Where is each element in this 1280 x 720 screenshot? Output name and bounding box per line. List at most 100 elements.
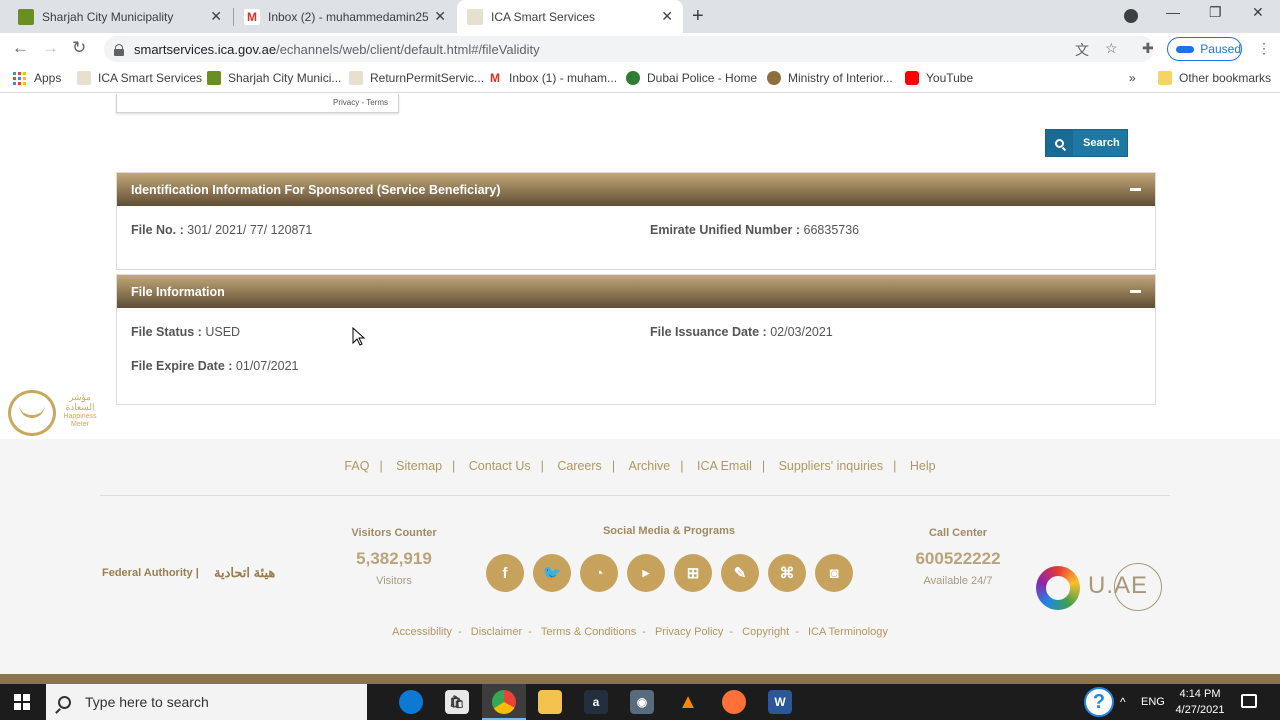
- recaptcha-links[interactable]: Privacy - Terms: [333, 98, 388, 107]
- close-tab-icon[interactable]: ✕: [434, 8, 446, 25]
- store-icon[interactable]: 🛍: [445, 690, 469, 714]
- vlc-icon[interactable]: ▲: [676, 690, 700, 714]
- search-button[interactable]: Search: [1045, 129, 1128, 157]
- tab-sharjah-municipality[interactable]: Sharjah City Municipality ✕: [8, 0, 232, 33]
- edge-icon[interactable]: [399, 690, 423, 714]
- close-tab-icon[interactable]: ✕: [210, 8, 222, 25]
- mouse-cursor-icon: [352, 327, 366, 346]
- footer-link-help[interactable]: Help: [902, 459, 944, 473]
- recaptcha-widget: Privacy - Terms: [116, 94, 399, 113]
- footer-link-faq[interactable]: FAQ: [336, 459, 377, 473]
- tray-expand-icon[interactable]: ^: [1120, 684, 1126, 720]
- bookmark-sharjah[interactable]: Sharjah City Munici...: [207, 71, 341, 85]
- url-host: smartservices.ica.gov.ae: [134, 41, 277, 57]
- word-icon[interactable]: W: [768, 690, 792, 714]
- twitter-icon[interactable]: 🐦: [533, 554, 571, 592]
- other-bookmarks[interactable]: Other bookmarks: [1158, 71, 1271, 85]
- legal-link-copyright[interactable]: Copyright: [736, 626, 795, 638]
- bookmark-ica[interactable]: ICA Smart Services: [77, 71, 202, 85]
- footer-link-careers[interactable]: Careers: [549, 459, 609, 473]
- footer-link-suppliers[interactable]: Suppliers' inquiries: [771, 459, 892, 473]
- footer-link-sitemap[interactable]: Sitemap: [388, 459, 450, 473]
- translate-icon[interactable]: 文: [1075, 40, 1089, 60]
- ica-favicon-icon: [349, 71, 363, 85]
- visitors-sub: Visitors: [376, 575, 412, 587]
- uae-logo-text[interactable]: U.AE: [1088, 572, 1148, 600]
- notification-icon[interactable]: [1241, 694, 1257, 708]
- collapse-icon[interactable]: [1130, 188, 1141, 191]
- legal-link-privacy[interactable]: Privacy Policy: [649, 626, 729, 638]
- restore-icon[interactable]: ❐: [1209, 4, 1222, 21]
- footer-link-contact[interactable]: Contact Us: [461, 459, 539, 473]
- legal-link-ica-terminology[interactable]: ICA Terminology: [802, 626, 894, 638]
- file-expire-date-field: File Expire Date : 01/07/2021: [131, 359, 298, 373]
- bookmark-dubai-police[interactable]: Dubai Police - Home: [626, 71, 757, 85]
- happiness-meter-widget[interactable]: مؤشر السعادة Happiness Meter: [0, 382, 107, 440]
- legal-link-accessibility[interactable]: Accessibility: [386, 626, 458, 638]
- footer-link-ica-email[interactable]: ICA Email: [689, 459, 760, 473]
- tab-gmail-inbox[interactable]: M Inbox (2) - muhammedamin256@ ✕: [234, 0, 456, 33]
- tab-search-icon[interactable]: [1124, 9, 1138, 23]
- taskbar-search-box[interactable]: Type here to search: [46, 684, 367, 720]
- field-label: Emirate Unified Number :: [650, 223, 801, 237]
- youtube-icon[interactable]: ▶: [627, 554, 665, 592]
- windows-start-icon[interactable]: [14, 694, 30, 710]
- amazon-icon[interactable]: a: [584, 690, 608, 714]
- windows-icon[interactable]: ⊞: [674, 554, 712, 592]
- minimize-icon[interactable]: —: [1166, 4, 1180, 20]
- windows-taskbar: Type here to search 🛍 a ◉ ▲ W ? ^ ENG 4:…: [0, 684, 1280, 720]
- new-tab-button[interactable]: +: [692, 5, 704, 28]
- bookmark-ministry-interior[interactable]: Ministry of Interior...: [767, 71, 893, 85]
- app-icon[interactable]: ✎: [721, 554, 759, 592]
- instagram-icon[interactable]: ◙: [815, 554, 853, 592]
- panel-header[interactable]: File Information: [117, 275, 1155, 308]
- file-information-panel: File Information File Status : USED File…: [116, 274, 1156, 405]
- pdf-icon[interactable]: ⌘: [768, 554, 806, 592]
- bookmark-star-icon[interactable]: ☆: [1105, 40, 1118, 57]
- footer-links: FAQ | Sitemap | Contact Us | Careers | Archi…: [0, 459, 1280, 473]
- field-value: 301/ 2021/ 77/ 120871: [187, 223, 313, 237]
- forward-icon[interactable]: →: [42, 38, 59, 58]
- footer-link-archive[interactable]: Archive: [621, 459, 679, 473]
- legal-link-terms[interactable]: Terms & Conditions: [535, 626, 642, 638]
- address-bar[interactable]: smartservices.ica.gov.ae/echannels/web/c…: [104, 36, 1154, 62]
- bookmark-inbox[interactable]: M Inbox (1) - muham...: [488, 71, 617, 85]
- collapse-icon[interactable]: [1130, 290, 1141, 293]
- tab-strip: Sharjah City Municipality ✕ M Inbox (2) …: [0, 0, 1280, 33]
- firefox-icon[interactable]: [722, 690, 746, 714]
- sponsored-info-panel: Identification Information For Sponsored…: [116, 172, 1156, 270]
- federal-authority-en: Federal Authority |: [102, 567, 199, 579]
- reload-icon[interactable]: ↻: [72, 38, 86, 58]
- language-indicator[interactable]: ENG: [1141, 684, 1165, 720]
- legal-link-disclaimer[interactable]: Disclaimer: [465, 626, 528, 638]
- bookmarks-overflow[interactable]: »: [1129, 71, 1136, 85]
- rss-icon[interactable]: ◔: [580, 554, 618, 592]
- uae-emblem-icon[interactable]: [1036, 566, 1080, 610]
- help-icon[interactable]: ?: [1084, 687, 1114, 717]
- file-explorer-icon[interactable]: [538, 690, 562, 714]
- tab-ica-smart-services[interactable]: ICA Smart Services ✕: [457, 0, 683, 33]
- bookmark-youtube[interactable]: YouTube: [905, 71, 973, 85]
- taskbar-clock[interactable]: 4:14 PM 4/27/2021: [1170, 686, 1230, 718]
- profile-paused-button[interactable]: Paused: [1167, 37, 1242, 61]
- window-close-icon[interactable]: ✕: [1252, 4, 1264, 21]
- clock-time: 4:14 PM: [1179, 688, 1221, 700]
- file-status-field: File Status : USED: [131, 325, 240, 339]
- panel-header[interactable]: Identification Information For Sponsored…: [117, 173, 1155, 206]
- bookmark-apps[interactable]: Apps: [13, 71, 61, 85]
- tab-title: Sharjah City Municipality: [42, 9, 174, 24]
- panel-title: Identification Information For Sponsored…: [131, 182, 501, 197]
- bookmark-return-permit[interactable]: ReturnPermitServic...: [349, 71, 484, 85]
- bookmark-label: ICA Smart Services: [98, 71, 203, 85]
- site-footer: FAQ | Sitemap | Contact Us | Careers | Archi…: [0, 439, 1280, 684]
- field-value: USED: [205, 325, 241, 339]
- chrome-icon[interactable]: [492, 690, 516, 714]
- camera-icon[interactable]: ◉: [630, 690, 654, 714]
- back-icon[interactable]: ←: [12, 38, 29, 58]
- tab-title: ICA Smart Services: [491, 9, 596, 24]
- menu-dots-icon[interactable]: ⋮: [1257, 40, 1271, 57]
- extensions-icon[interactable]: ✚: [1142, 40, 1154, 57]
- facebook-icon[interactable]: f: [486, 554, 524, 592]
- close-tab-icon[interactable]: ✕: [661, 8, 673, 25]
- call-center-number[interactable]: 600522222: [898, 549, 1018, 569]
